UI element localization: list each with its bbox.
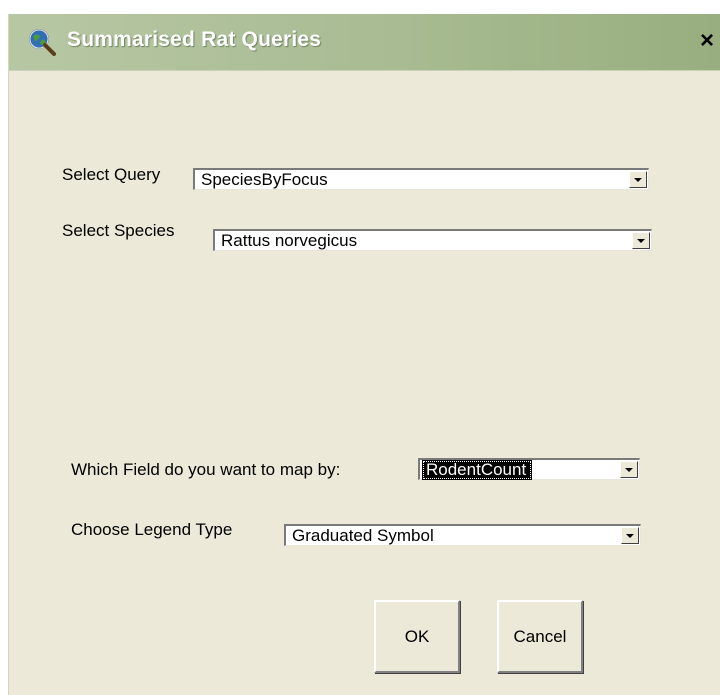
- select-query-value: SpeciesByFocus: [201, 170, 328, 189]
- select-query-dropdown[interactable]: SpeciesByFocus: [193, 168, 649, 190]
- map-field-dropdown[interactable]: RodentCount: [418, 458, 640, 480]
- map-field-value: RodentCount: [422, 460, 533, 480]
- select-query-dropdown-button[interactable]: [629, 171, 647, 188]
- cancel-button-label: Cancel: [513, 627, 567, 646]
- map-field-label: Which Field do you want to map by:: [71, 460, 341, 479]
- legend-type-value: Graduated Symbol: [292, 526, 434, 545]
- chevron-down-icon: [626, 534, 634, 538]
- close-icon[interactable]: ×: [695, 29, 719, 53]
- legend-type-dropdown-button[interactable]: [621, 527, 639, 544]
- chevron-down-icon: [634, 178, 642, 182]
- ok-button[interactable]: OK: [374, 600, 460, 673]
- select-query-label: Select Query: [62, 165, 161, 184]
- title-bar[interactable]: Summarised Rat Queries ×: [9, 14, 720, 71]
- select-species-value: Rattus norvegicus: [221, 231, 358, 250]
- cancel-button[interactable]: Cancel: [497, 600, 583, 673]
- legend-type-label: Choose Legend Type: [71, 520, 233, 539]
- chevron-down-icon: [625, 468, 633, 472]
- select-species-label: Select Species: [62, 221, 175, 240]
- dialog-window: Summarised Rat Queries × Select Query Sp…: [8, 14, 720, 695]
- select-species-dropdown[interactable]: Rattus norvegicus: [213, 229, 652, 251]
- globe-magnifier-icon: [27, 27, 57, 57]
- window-title: Summarised Rat Queries: [67, 28, 322, 51]
- chevron-down-icon: [637, 239, 645, 243]
- map-field-dropdown-button[interactable]: [620, 461, 638, 478]
- legend-type-dropdown[interactable]: Graduated Symbol: [284, 524, 641, 546]
- ok-button-label: OK: [404, 627, 430, 646]
- select-species-dropdown-button[interactable]: [632, 232, 650, 249]
